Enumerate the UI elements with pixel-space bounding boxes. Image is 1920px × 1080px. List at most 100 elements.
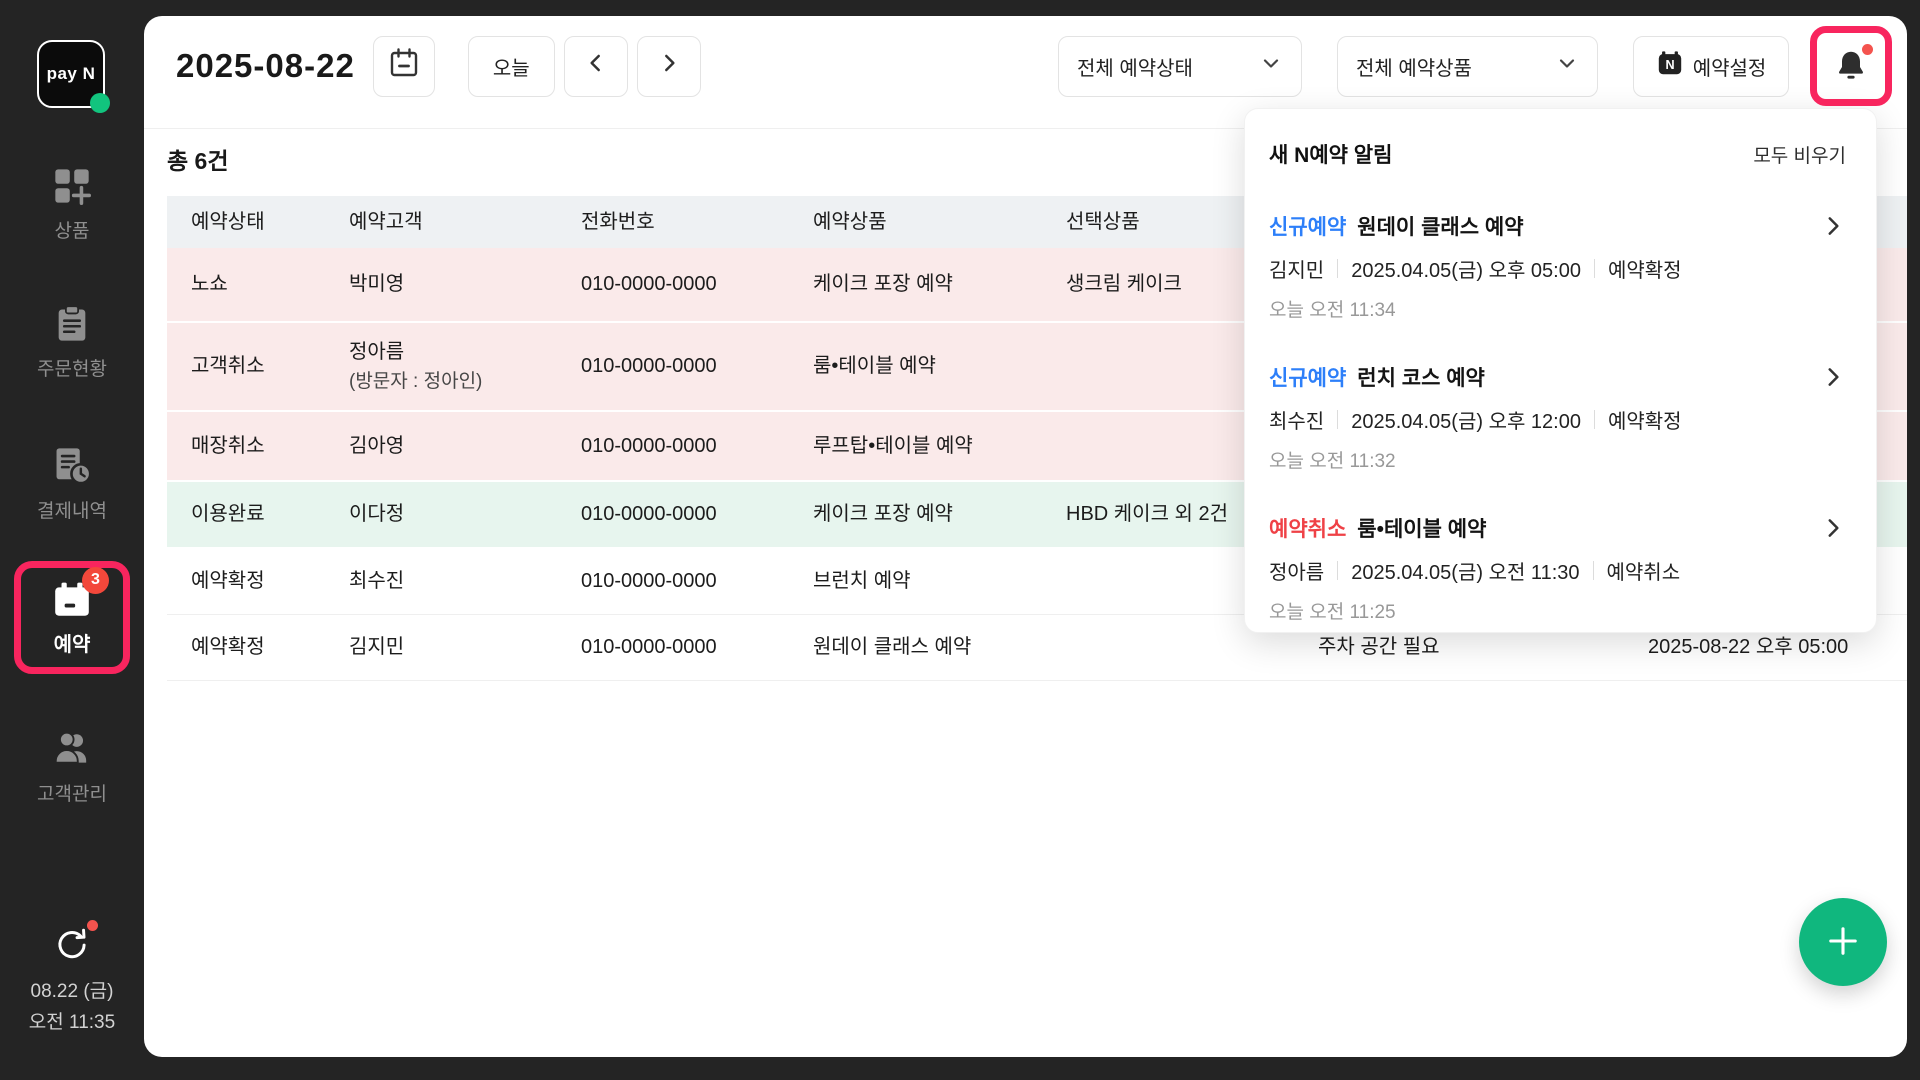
cell-customer: 김지민 bbox=[349, 633, 581, 662]
notification-item[interactable]: 신규예약 런치 코스 예약 최수진 2025.04.05(금) 오후 12:00… bbox=[1269, 362, 1846, 473]
sidebar-item-label: 결제내역 bbox=[37, 496, 107, 523]
chevron-down-icon bbox=[1259, 51, 1283, 81]
chevron-right-icon bbox=[1820, 213, 1846, 244]
header-status: 예약상태 bbox=[191, 208, 349, 237]
reservation-settings-button[interactable]: N 예약설정 bbox=[1633, 36, 1789, 97]
notification-bell-wrap bbox=[1822, 37, 1880, 95]
cell-phone: 010-0000-0000 bbox=[581, 500, 813, 529]
notification-status: 예약취소 bbox=[1607, 556, 1681, 585]
cell-customer: 이다정 bbox=[349, 500, 581, 529]
bell-alert-dot bbox=[1862, 44, 1873, 55]
cell-phone: 010-0000-0000 bbox=[581, 432, 813, 461]
sidebar-item-label: 고객관리 bbox=[37, 779, 107, 806]
notification-time: 오늘 오전 11:25 bbox=[1269, 597, 1846, 624]
notification-customer: 정아름 bbox=[1269, 556, 1324, 585]
cell-product: 브런치 예약 bbox=[813, 567, 1066, 596]
cell-status: 예약확정 bbox=[191, 633, 349, 662]
reservation-product-filter[interactable]: 전체 예약상품 bbox=[1337, 36, 1598, 97]
next-day-button[interactable] bbox=[637, 36, 701, 97]
today-button[interactable]: 오늘 bbox=[468, 36, 555, 97]
notification-time: 오늘 오전 11:32 bbox=[1269, 446, 1846, 473]
notification-item[interactable]: 신규예약 원데이 클래스 예약 김지민 2025.04.05(금) 오후 05:… bbox=[1269, 211, 1846, 322]
clear-all-button[interactable]: 모두 비우기 bbox=[1753, 141, 1846, 168]
app-logo-text: pay N bbox=[47, 64, 96, 84]
cell-customer: 정아름 (방문자 : 정아인) bbox=[349, 338, 581, 396]
sidebar-item-orders[interactable]: 주문현황 bbox=[0, 303, 144, 381]
notification-datetime: 2025.04.05(금) 오전 11:30 bbox=[1351, 556, 1579, 585]
status-time: 오전 11:35 bbox=[29, 1007, 115, 1038]
online-status-dot bbox=[90, 93, 110, 113]
separator bbox=[1594, 410, 1595, 429]
sidebar-item-products[interactable]: 상품 bbox=[0, 165, 144, 243]
notification-customer: 김지민 bbox=[1269, 254, 1324, 283]
notification-bell-button[interactable] bbox=[1822, 37, 1880, 95]
cell-product: 원데이 클래스 예약 bbox=[813, 633, 1066, 662]
chevron-down-icon bbox=[1555, 51, 1579, 81]
notification-title: 런치 코스 예약 bbox=[1357, 362, 1485, 392]
notification-badge: 신규예약 bbox=[1269, 362, 1346, 392]
sidebar-status: 08.22 (금) 오전 11:35 bbox=[29, 976, 115, 1038]
orders-icon bbox=[51, 303, 93, 345]
header-customer: 예약고객 bbox=[349, 208, 581, 237]
notification-status: 예약확정 bbox=[1608, 405, 1682, 434]
chevron-left-icon bbox=[583, 50, 609, 82]
prev-day-button[interactable] bbox=[564, 36, 628, 97]
notification-status: 예약확정 bbox=[1608, 254, 1682, 283]
sidebar-item-label: 주문현황 bbox=[37, 354, 107, 381]
cell-customer: 김아영 bbox=[349, 432, 581, 461]
customer-name: 정아름 bbox=[349, 338, 581, 367]
notification-customer: 최수진 bbox=[1269, 405, 1324, 434]
reservation-status-filter[interactable]: 전체 예약상태 bbox=[1058, 36, 1302, 97]
notification-popup: 새 N예약 알림 모두 비우기 신규예약 원데이 클래스 예약 김지민 2025… bbox=[1244, 108, 1877, 633]
sidebar-item-label: 예약 bbox=[54, 628, 91, 657]
cell-product: 케이크 포장 예약 bbox=[813, 270, 1066, 299]
header-phone: 전화번호 bbox=[581, 208, 813, 237]
notification-datetime: 2025.04.05(금) 오후 05:00 bbox=[1351, 254, 1581, 283]
cell-product: 룸•테이블 예약 bbox=[813, 352, 1066, 381]
notification-title: 룸•테이블 예약 bbox=[1357, 513, 1486, 543]
cell-customer: 박미영 bbox=[349, 270, 581, 299]
notification-title: 원데이 클래스 예약 bbox=[1357, 211, 1523, 241]
notification-time: 오늘 오전 11:34 bbox=[1269, 295, 1846, 322]
date-picker-button[interactable] bbox=[373, 36, 435, 97]
app-logo[interactable]: pay N bbox=[37, 40, 105, 108]
calendar-icon bbox=[387, 46, 421, 86]
reservation-status-filter-value: 전체 예약상태 bbox=[1077, 52, 1193, 81]
separator bbox=[1594, 259, 1595, 278]
add-reservation-button[interactable] bbox=[1799, 898, 1887, 986]
separator bbox=[1337, 561, 1338, 580]
notification-badge: 예약취소 bbox=[1269, 513, 1346, 543]
refresh-icon[interactable] bbox=[50, 922, 94, 966]
sidebar-item-payments[interactable]: 결제내역 bbox=[0, 445, 144, 523]
sidebar-item-label: 상품 bbox=[55, 216, 90, 243]
separator bbox=[1337, 410, 1338, 429]
chevron-right-icon bbox=[656, 50, 682, 82]
naver-booking-icon: N bbox=[1656, 49, 1684, 83]
customers-icon bbox=[51, 728, 93, 770]
products-icon bbox=[51, 165, 93, 207]
svg-text:N: N bbox=[1665, 58, 1674, 72]
cell-datetime: 2025-08-22 오후 05:00 bbox=[1648, 633, 1907, 662]
sidebar-bottom: 08.22 (금) 오전 11:35 bbox=[0, 922, 144, 1038]
sidebar-item-reservations[interactable]: 3 예약 bbox=[14, 561, 130, 674]
separator bbox=[1337, 259, 1338, 278]
cell-phone: 010-0000-0000 bbox=[581, 270, 813, 299]
cell-product: 케이크 포장 예약 bbox=[813, 500, 1066, 529]
header-product: 예약상품 bbox=[813, 208, 1066, 237]
separator bbox=[1593, 561, 1594, 580]
chevron-right-icon bbox=[1820, 364, 1846, 395]
notification-item[interactable]: 예약취소 룸•테이블 예약 정아름 2025.04.05(금) 오전 11:30… bbox=[1269, 513, 1846, 624]
notification-popup-header: 새 N예약 알림 모두 비우기 bbox=[1269, 139, 1846, 169]
cell-status: 이용완료 bbox=[191, 500, 349, 529]
cell-phone: 010-0000-0000 bbox=[581, 567, 813, 596]
notification-popup-title: 새 N예약 알림 bbox=[1269, 139, 1392, 169]
notification-datetime: 2025.04.05(금) 오후 12:00 bbox=[1351, 405, 1581, 434]
reservation-settings-label: 예약설정 bbox=[1693, 52, 1767, 81]
plus-icon bbox=[1823, 921, 1863, 964]
payments-icon bbox=[51, 445, 93, 487]
cell-status: 고객취소 bbox=[191, 352, 349, 381]
sidebar-item-customers[interactable]: 고객관리 bbox=[0, 728, 144, 806]
cell-product: 루프탑•테이블 예약 bbox=[813, 432, 1066, 461]
cell-phone: 010-0000-0000 bbox=[581, 352, 813, 381]
cell-phone: 010-0000-0000 bbox=[581, 633, 813, 662]
